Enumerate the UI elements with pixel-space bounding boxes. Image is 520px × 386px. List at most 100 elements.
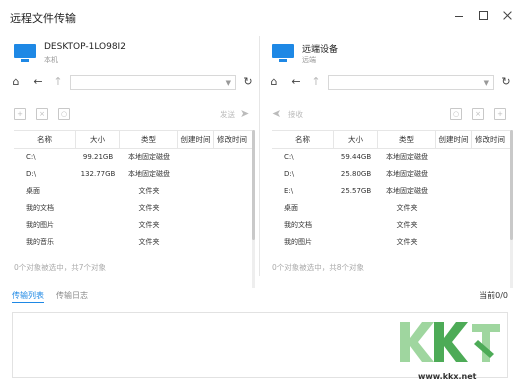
- scrollbar-thumb[interactable]: [510, 130, 513, 240]
- table-row[interactable]: 我的文档 文件夹: [14, 200, 252, 217]
- table-row[interactable]: 我的图片 文件夹: [272, 234, 510, 251]
- table-row[interactable]: 我的音乐 文件夹: [14, 234, 252, 251]
- refresh-icon[interactable]: ↻: [500, 76, 512, 88]
- cell-name: 我的图片: [284, 238, 312, 246]
- arrow-left-icon[interactable]: ←: [290, 76, 302, 88]
- cell-size: 25.80GB: [340, 170, 372, 178]
- table-row[interactable]: 桌面 文件夹: [14, 183, 252, 200]
- cell-name: 桌面: [284, 204, 298, 212]
- home-icon[interactable]: ⌂: [268, 76, 280, 88]
- cell-type: 文件夹: [138, 238, 160, 246]
- monitor-icon: [272, 44, 294, 62]
- cell-created: [436, 149, 472, 166]
- cell-created: [436, 183, 472, 200]
- cell-modified: [472, 234, 508, 251]
- local-path-input[interactable]: ▼: [70, 75, 236, 90]
- cell-size: [334, 217, 378, 234]
- cell-created: [178, 149, 214, 166]
- cell-type: 本地固定磁盘: [128, 170, 170, 178]
- local-status-text: 0个对象被选中，共7个对象: [14, 263, 107, 272]
- cell-created: [436, 217, 472, 234]
- receive-button[interactable]: 接收: [288, 109, 303, 120]
- new-folder-icon[interactable]: +: [494, 108, 506, 120]
- cell-modified: [214, 234, 250, 251]
- cell-name: 桌面: [26, 187, 40, 195]
- home-icon[interactable]: ⌂: [10, 76, 22, 88]
- queue-count: 当前0/0: [479, 291, 508, 300]
- minimize-icon[interactable]: [454, 10, 464, 20]
- local-device-subtitle: 本机: [44, 56, 58, 64]
- table-row[interactable]: C:\ 59.44GB 本地固定磁盘: [272, 149, 510, 166]
- column-header-modified[interactable]: 修改时间: [214, 131, 250, 148]
- column-header-modified[interactable]: 修改时间: [472, 131, 508, 148]
- cell-modified: [214, 217, 250, 234]
- column-header-size[interactable]: 大小: [76, 131, 120, 148]
- window-title: 远程文件传输: [10, 12, 76, 25]
- table-row[interactable]: C:\ 99.21GB 本地固定磁盘: [14, 149, 252, 166]
- column-header-type[interactable]: 类型: [378, 131, 436, 148]
- send-button[interactable]: 发送: [220, 109, 235, 120]
- cell-type: 文件夹: [138, 221, 160, 229]
- chevron-down-icon[interactable]: ▼: [226, 79, 231, 87]
- trash-icon[interactable]: ×: [36, 108, 48, 120]
- column-header-name[interactable]: 名称: [272, 131, 334, 148]
- cell-size: 132.77GB: [80, 170, 116, 178]
- maximize-icon[interactable]: [478, 10, 488, 20]
- new-folder-icon[interactable]: +: [14, 108, 26, 120]
- table-row[interactable]: D:\ 132.77GB 本地固定磁盘: [14, 166, 252, 183]
- cell-modified: [472, 149, 508, 166]
- receive-arrow-icon[interactable]: ➤: [272, 107, 281, 120]
- remote-device-name: 远端设备: [302, 45, 339, 55]
- watermark: www.kkx.net: [392, 318, 510, 384]
- local-scrollbar[interactable]: [252, 130, 255, 288]
- cell-modified: [214, 200, 250, 217]
- cell-type: 文件夹: [396, 221, 418, 229]
- table-header: 名称 大小 类型 创建时间 修改时间: [14, 131, 252, 149]
- tab-transfer-list[interactable]: 传输列表: [12, 290, 44, 301]
- search-folder-icon[interactable]: ○: [58, 108, 70, 120]
- column-header-size[interactable]: 大小: [334, 131, 378, 148]
- cell-created: [178, 234, 214, 251]
- cell-type: 本地固定磁盘: [386, 170, 428, 178]
- column-header-created[interactable]: 创建时间: [178, 131, 214, 148]
- cell-type: 文件夹: [138, 204, 160, 212]
- remote-path-input[interactable]: ▼: [328, 75, 494, 90]
- column-header-name[interactable]: 名称: [14, 131, 76, 148]
- table-row[interactable]: 桌面 文件夹: [272, 200, 510, 217]
- cell-modified: [472, 217, 508, 234]
- cell-created: [436, 234, 472, 251]
- search-folder-icon[interactable]: ○: [450, 108, 462, 120]
- table-row[interactable]: E:\ 25.57GB 本地固定磁盘: [272, 183, 510, 200]
- column-header-type[interactable]: 类型: [120, 131, 178, 148]
- cell-size: 25.57GB: [340, 187, 372, 195]
- send-arrow-icon[interactable]: ➤: [240, 108, 249, 120]
- remote-toolbar: ➤ 接收 ○ × +: [268, 107, 512, 122]
- panel-divider: [259, 36, 260, 276]
- refresh-icon[interactable]: ↻: [242, 76, 254, 88]
- chevron-down-icon[interactable]: ▼: [484, 79, 489, 87]
- watermark-logo: [400, 322, 500, 362]
- cell-name: D:\: [26, 170, 37, 178]
- arrow-up-icon[interactable]: ↑: [310, 76, 322, 88]
- close-icon[interactable]: [502, 10, 512, 20]
- table-row[interactable]: 我的文档 文件夹: [272, 217, 510, 234]
- trash-icon[interactable]: ×: [472, 108, 484, 120]
- cell-modified: [472, 166, 508, 183]
- table-row[interactable]: 我的图片 文件夹: [14, 217, 252, 234]
- cell-name: 我的图片: [26, 221, 54, 229]
- column-header-created[interactable]: 创建时间: [436, 131, 472, 148]
- table-row[interactable]: D:\ 25.80GB 本地固定磁盘: [272, 166, 510, 183]
- cell-name: 我的音乐: [26, 238, 54, 246]
- active-tab-indicator: [12, 302, 44, 303]
- arrow-left-icon[interactable]: ←: [32, 76, 44, 88]
- cell-name: C:\: [284, 153, 294, 161]
- remote-status-text: 0个对象被选中，共8个对象: [272, 263, 365, 272]
- tab-transfer-log[interactable]: 传输日志: [56, 290, 88, 301]
- scrollbar-thumb[interactable]: [252, 130, 255, 240]
- watermark-url: www.kkx.net: [418, 372, 477, 381]
- remote-panel: 远端设备 远端 ⌂ ← ↑ ▼ ↻ ➤ 接收 ○ × + 名称 大小 类型 创建…: [262, 34, 516, 288]
- remote-device-subtitle: 远端: [302, 56, 316, 64]
- arrow-up-icon[interactable]: ↑: [52, 76, 64, 88]
- remote-scrollbar[interactable]: [510, 130, 513, 288]
- cell-name: D:\: [284, 170, 295, 178]
